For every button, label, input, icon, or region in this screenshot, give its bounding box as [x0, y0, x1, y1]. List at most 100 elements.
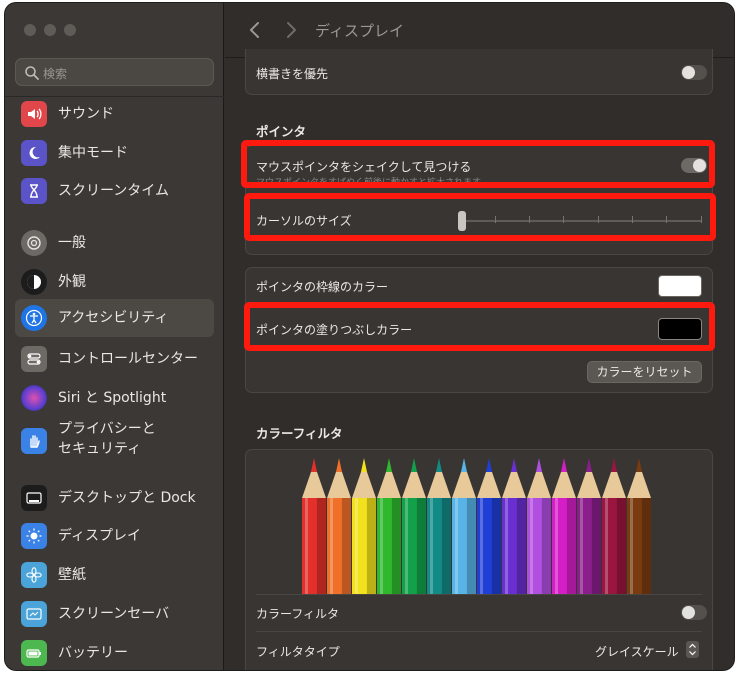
pencil	[327, 458, 351, 594]
sidebar-item-label: コントロールセンター	[58, 351, 198, 367]
sidebar: 検索 サウンド 集中モード スクリーンタイム 一般 外観 アクセシビリティ コン…	[5, 3, 224, 670]
color-filter-label: カラーフィルタ	[256, 607, 340, 621]
sidebar-divider	[5, 96, 224, 97]
slider-tick	[666, 216, 667, 223]
settings-window: 検索 サウンド 集中モード スクリーンタイム 一般 外観 アクセシビリティ コン…	[5, 3, 734, 670]
flower-icon	[21, 562, 47, 588]
shake-to-locate-label: マウスポインタをシェイクして見つける	[256, 160, 472, 174]
main-pane: ディスプレイ 横書きを優先 ポインタ マウスポインタをシェイクして見つける マウ…	[225, 3, 734, 670]
search-field[interactable]: 検索	[15, 58, 214, 86]
control-center-icon	[21, 346, 47, 372]
sidebar-item-screensaver[interactable]: スクリーンセーバ	[15, 599, 214, 629]
search-placeholder: 検索	[43, 67, 68, 81]
sidebar-item-sound[interactable]: サウンド	[15, 99, 214, 129]
siri-icon	[21, 385, 47, 411]
shake-to-locate-description: マウスポインタをすばやく前後に動かすと拡大されます	[256, 175, 526, 182]
sidebar-item-label: 集中モード	[58, 145, 128, 161]
pencil	[352, 458, 376, 594]
filter-type-popup[interactable]: グレイスケール	[595, 643, 679, 660]
sidebar-item-label: 一般	[58, 235, 86, 251]
battery-icon	[21, 640, 47, 666]
pencil	[627, 458, 651, 594]
row-divider	[256, 594, 702, 595]
row-divider	[256, 631, 702, 632]
sidebar-item-desktop-dock[interactable]: デスクトップと Dock	[15, 483, 214, 513]
horizontal-text-toggle[interactable]	[681, 65, 707, 80]
pencil	[502, 458, 526, 594]
outline-color-label: ポインタの枠線のカラー	[256, 280, 389, 294]
slider-tick	[563, 216, 564, 223]
sidebar-item-display[interactable]: ディスプレイ	[15, 521, 214, 551]
minimize-window-button[interactable]	[44, 24, 56, 36]
moon-icon	[21, 140, 47, 166]
pencil	[527, 458, 551, 594]
close-window-button[interactable]	[24, 24, 36, 36]
sidebar-item-label: プライバシーと セキュリティ	[58, 421, 156, 457]
sidebar-item-label: アクセシビリティ	[58, 310, 169, 326]
sidebar-item-label: Siri と Spotlight	[58, 390, 167, 406]
gear-icon	[21, 230, 47, 256]
slider-tick	[529, 216, 530, 223]
row-divider	[256, 348, 702, 349]
sidebar-item-general[interactable]: 一般	[15, 228, 214, 258]
pencil	[477, 458, 501, 594]
color-filter-toggle[interactable]	[681, 605, 707, 620]
sidebar-item-label: 外観	[58, 274, 86, 290]
sidebar-item-wallpaper[interactable]: 壁紙	[15, 560, 214, 590]
hourglass-icon	[21, 178, 47, 204]
cursor-size-label: カーソルのサイズ	[256, 214, 352, 228]
row-divider	[256, 195, 702, 196]
filter-type-label: フィルタタイプ	[256, 645, 340, 659]
slider-tick	[701, 216, 702, 223]
sidebar-item-label: サウンド	[58, 106, 114, 122]
sidebar-item-battery[interactable]: バッテリー	[15, 638, 214, 668]
pencil	[452, 458, 476, 594]
page-title: ディスプレイ	[315, 22, 404, 40]
sidebar-item-label: バッテリー	[58, 645, 128, 661]
cursor-size-slider-thumb[interactable]	[458, 211, 466, 231]
speaker-icon	[21, 101, 47, 127]
sidebar-item-screen-time[interactable]: スクリーンタイム	[15, 176, 214, 206]
hand-icon	[21, 428, 47, 454]
appearance-icon	[21, 269, 47, 295]
slider-tick	[495, 216, 496, 223]
sidebar-item-accessibility[interactable]: アクセシビリティ	[15, 299, 214, 337]
zoom-window-button[interactable]	[64, 24, 76, 36]
fill-color-well[interactable]	[658, 318, 702, 340]
sidebar-item-label: スクリーンセーバ	[58, 606, 170, 622]
shake-to-locate-toggle[interactable]	[681, 158, 707, 173]
fill-color-label: ポインタの塗りつぶしカラー	[256, 323, 413, 337]
pencil	[602, 458, 626, 594]
row-divider	[256, 305, 702, 306]
back-icon[interactable]	[245, 19, 265, 41]
sidebar-item-privacy[interactable]: プライバシーと セキュリティ	[15, 418, 214, 464]
brightness-icon	[21, 523, 47, 549]
search-icon	[25, 66, 39, 80]
pencil	[427, 458, 451, 594]
sidebar-item-label: ディスプレイ	[58, 528, 142, 544]
pencil	[402, 458, 426, 594]
sidebar-item-label: 壁紙	[58, 567, 86, 583]
pointer-section-title: ポインタ	[256, 124, 307, 139]
reset-colors-button[interactable]: カラーをリセット	[587, 361, 702, 383]
sidebar-item-label: デスクトップと Dock	[58, 490, 196, 506]
sidebar-item-appearance[interactable]: 外観	[15, 267, 214, 297]
dock-icon	[21, 485, 47, 511]
sidebar-item-label: スクリーンタイム	[58, 183, 170, 199]
chevron-updown-icon[interactable]	[686, 641, 699, 658]
sidebar-item-control-center[interactable]: コントロールセンター	[15, 344, 214, 374]
sidebar-item-siri[interactable]: Siri と Spotlight	[15, 383, 214, 413]
slider-tick	[632, 216, 633, 223]
outline-color-well[interactable]	[658, 275, 702, 297]
pencil	[377, 458, 401, 594]
pencil	[577, 458, 601, 594]
sidebar-item-focus[interactable]: 集中モード	[15, 138, 214, 168]
horizontal-text-label: 横書きを優先	[256, 67, 329, 81]
screensaver-icon	[21, 601, 47, 627]
slider-tick	[598, 216, 599, 223]
forward-icon[interactable]	[281, 19, 301, 41]
settings-content: 横書きを優先 ポインタ マウスポインタをシェイクして見つける マウスポインタをす…	[225, 49, 734, 670]
pencil	[302, 458, 326, 594]
pencil	[552, 458, 576, 594]
color-filter-section-title: カラーフィルタ	[256, 426, 343, 441]
